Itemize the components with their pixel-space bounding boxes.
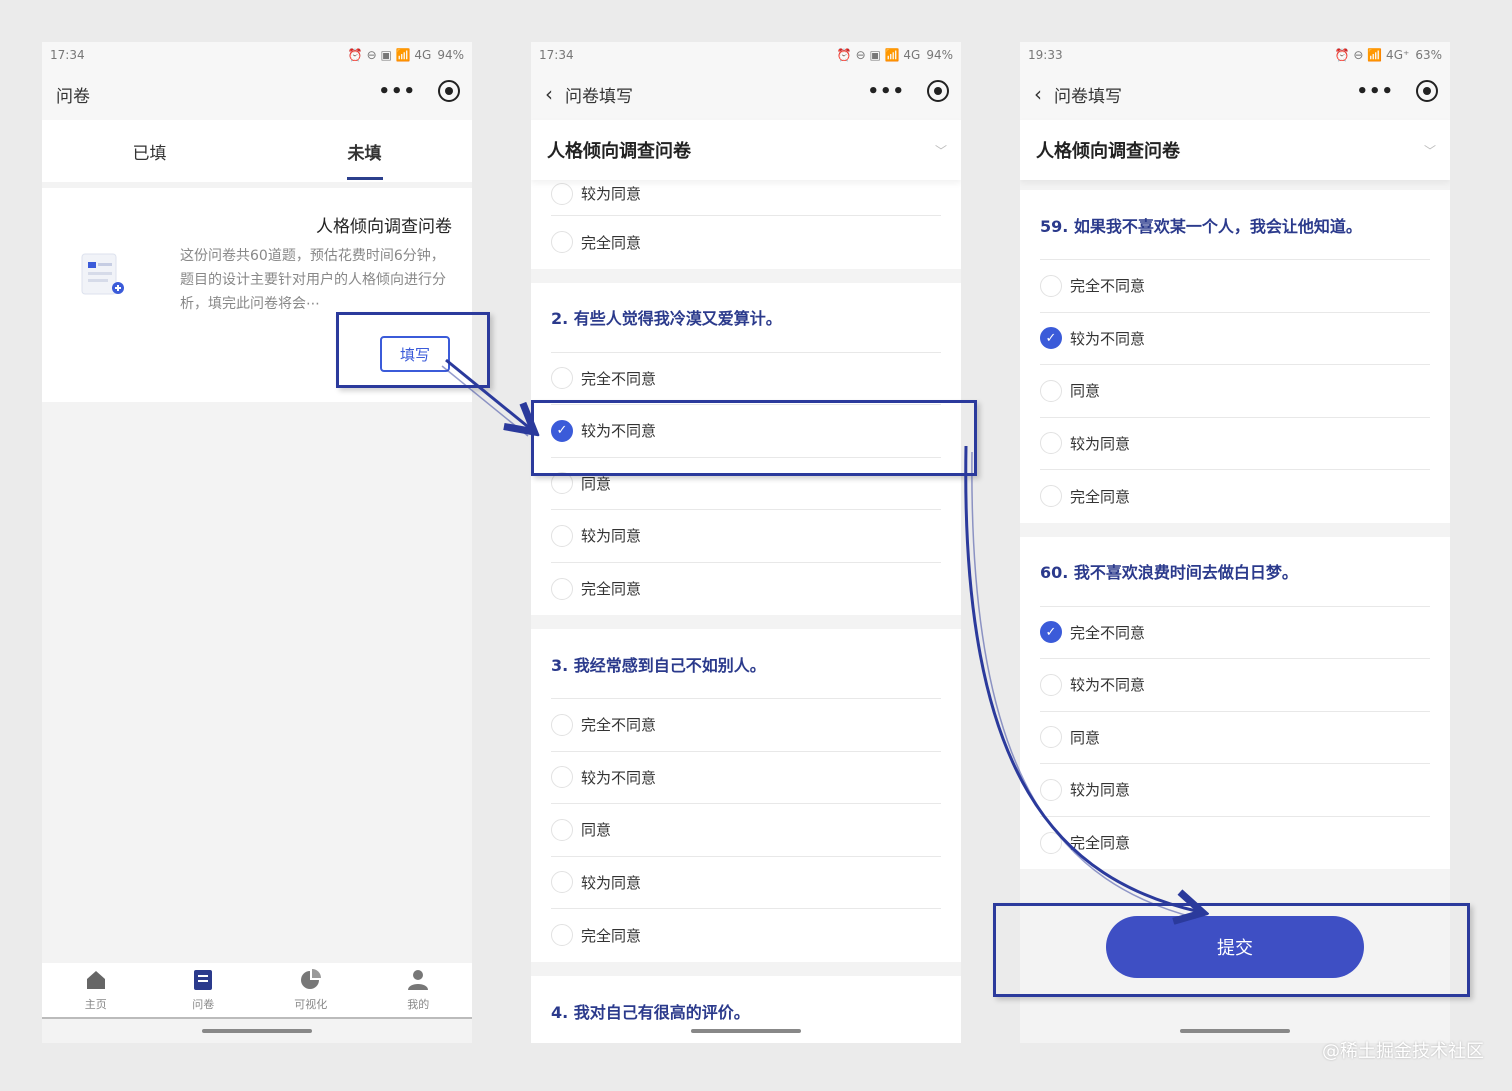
arrow-to-question — [445, 358, 532, 430]
arrow-to-submit-shadow — [971, 451, 1197, 919]
arrow-to-submit — [964, 445, 1200, 912]
chevron-down-icon: ﹀ — [1423, 143, 1436, 158]
survey-title: 人格倾向调查问卷 — [1036, 141, 1180, 162]
watermark: @稀土掘金技术社区 — [1322, 1041, 1484, 1062]
survey-header[interactable]: 人格倾向调查问卷 ﹀ — [1020, 120, 1450, 180]
arrow-to-question-shadow — [441, 365, 529, 437]
survey-header[interactable]: 人格倾向调查问卷 ﹀ — [531, 120, 961, 180]
survey-title: 人格倾向调查问卷 — [547, 141, 691, 162]
chevron-down-icon: ﹀ — [934, 143, 947, 158]
